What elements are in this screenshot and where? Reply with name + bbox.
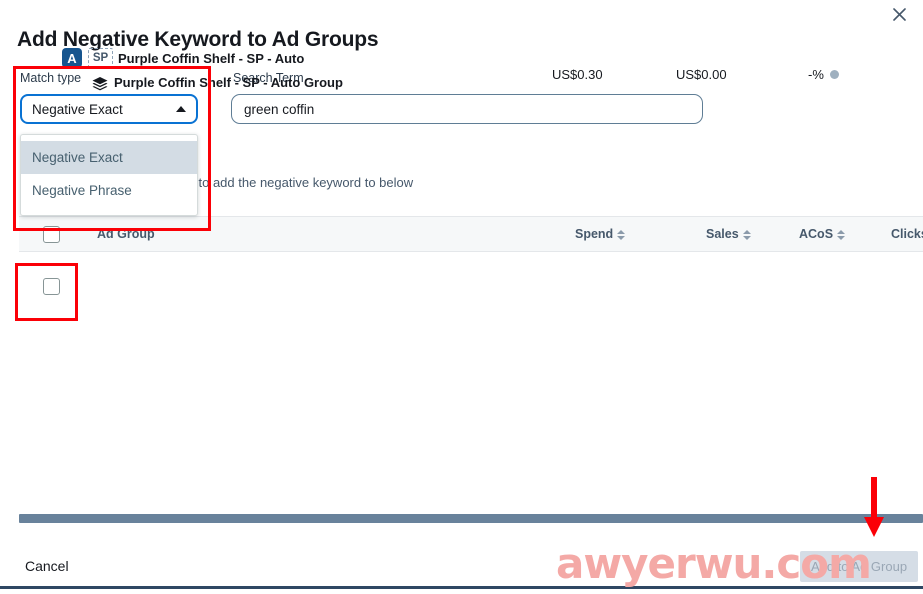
table-row	[19, 252, 923, 324]
layers-stack-icon	[91, 75, 109, 93]
search-term-input[interactable]	[231, 94, 703, 124]
sponsored-products-badge: SP	[88, 48, 113, 68]
cancel-button[interactable]: Cancel	[25, 558, 69, 574]
match-type-option-negative-phrase[interactable]: Negative Phrase	[21, 174, 197, 207]
sort-icon	[617, 229, 626, 240]
match-type-select[interactable]: Negative Exact	[20, 94, 198, 124]
horizontal-scrollbar-thumb[interactable]	[19, 514, 923, 523]
footer-divider	[0, 586, 923, 589]
ad-groups-table: Ad Group Spend Sales ACoS Clicks	[19, 216, 923, 514]
match-type-selected-value: Negative Exact	[32, 101, 123, 117]
add-to-ad-group-button[interactable]: Add to Ad Group	[800, 551, 918, 582]
column-header-spend-label: Spend	[575, 227, 614, 241]
acos-status-dot-icon	[829, 70, 839, 79]
cell-spend: US$0.30	[552, 67, 603, 82]
column-header-ad-group-label: Ad Group	[97, 227, 155, 241]
select-all-checkbox[interactable]	[43, 226, 60, 243]
chevron-up-icon	[176, 106, 186, 112]
column-header-clicks-label: Clicks	[891, 227, 923, 241]
table-header-row: Ad Group Spend Sales ACoS Clicks	[19, 216, 923, 252]
match-type-label: Match type	[20, 71, 82, 85]
column-header-sales-label: Sales	[706, 227, 739, 241]
close-icon[interactable]	[884, 0, 914, 28]
cell-acos: -%	[808, 67, 839, 82]
amazon-badge-icon: A	[62, 48, 82, 68]
match-type-option-negative-exact[interactable]: Negative Exact	[21, 141, 197, 174]
sort-icon	[837, 229, 846, 240]
column-header-acos[interactable]: ACoS	[799, 227, 846, 241]
cell-acos-value: -%	[808, 67, 824, 82]
cell-sales: US$0.00	[676, 67, 727, 82]
column-header-sales[interactable]: Sales	[706, 227, 751, 241]
column-header-acos-label: ACoS	[799, 227, 834, 241]
campaign-name: Purple Coffin Shelf - SP - Auto	[118, 51, 305, 66]
add-negative-keyword-modal: Add Negative Keyword to Ad Groups Match …	[0, 0, 923, 594]
sort-icon	[742, 229, 751, 240]
column-header-clicks[interactable]: Clicks	[891, 227, 923, 241]
column-header-ad-group[interactable]: Ad Group	[97, 227, 155, 241]
match-type-dropdown[interactable]: Negative Exact Negative Phrase	[20, 134, 198, 216]
column-header-spend[interactable]: Spend	[575, 227, 626, 241]
row-select-checkbox[interactable]	[43, 278, 60, 295]
ad-group-name: Purple Coffin Shelf - SP - Auto Group	[114, 75, 343, 90]
